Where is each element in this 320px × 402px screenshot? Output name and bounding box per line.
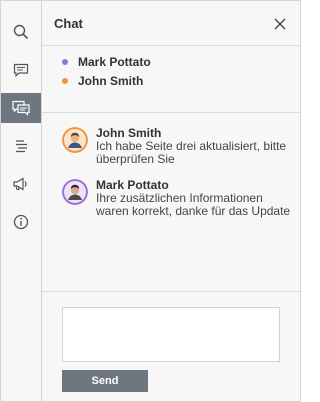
user-avatar-icon [62,127,88,153]
send-button[interactable]: Send [62,370,148,392]
info-icon [13,214,29,230]
chat-icon [12,100,30,116]
avatar [62,127,88,153]
align-button[interactable] [1,131,41,161]
avatar [62,179,88,205]
chat-window: Chat Mark Pottato John Smith John Smith … [0,0,301,402]
composer: Send [42,291,300,401]
message-text: Ihre zusätzlichen Informationen waren ko… [96,191,291,218]
participant-name: Mark Pottato [78,55,151,69]
comments-button[interactable] [1,55,41,85]
close-button[interactable] [270,14,290,34]
left-toolbar [1,1,42,401]
search-icon [13,24,29,40]
message-input[interactable] [62,307,280,362]
text-align-icon [16,140,27,153]
chat-header: Chat [42,1,300,46]
info-button[interactable] [1,207,41,237]
search-button[interactable] [1,17,41,47]
announce-button[interactable] [1,169,41,199]
participant-item: John Smith [62,73,143,89]
message-list: John Smith Ich habe Seite drei aktualisi… [42,114,300,291]
message-text: Ich habe Seite drei aktualisiert, bitte … [96,139,287,166]
comment-icon [13,63,29,78]
chat-panel: Chat Mark Pottato John Smith John Smith … [42,1,300,401]
close-icon [274,18,286,30]
participant-item: Mark Pottato [62,54,151,70]
participant-name: John Smith [78,74,144,88]
panel-title: Chat [54,16,83,31]
status-dot [62,78,68,84]
participant-list: Mark Pottato John Smith [42,47,300,113]
chat-button[interactable] [1,93,41,123]
megaphone-icon [13,177,27,191]
status-dot [62,59,68,65]
user-avatar-icon [62,179,88,205]
